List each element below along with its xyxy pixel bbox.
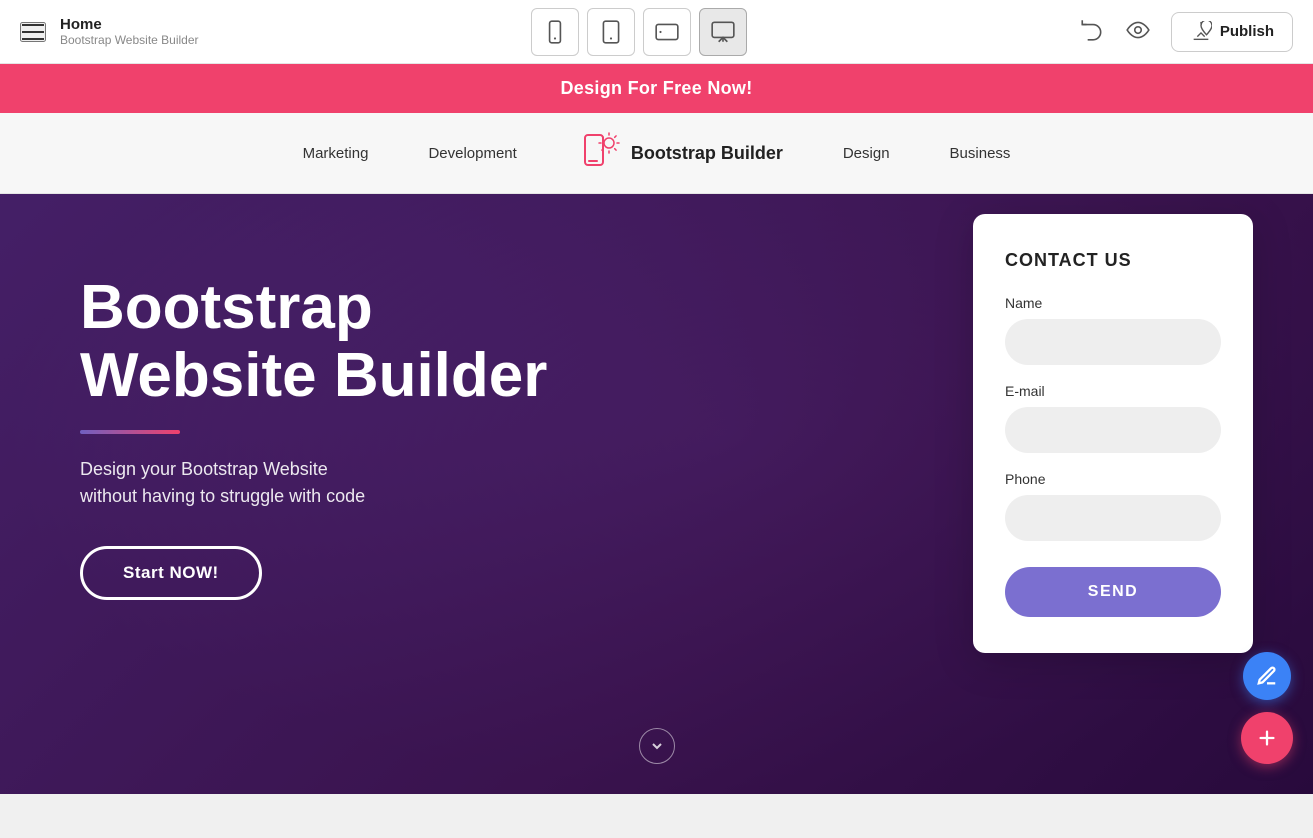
fab-add-button[interactable] bbox=[1241, 712, 1293, 764]
top-bar-left: Home Bootstrap Website Builder bbox=[20, 16, 199, 47]
publish-button[interactable]: Publish bbox=[1171, 12, 1293, 52]
top-bar-right: Publish bbox=[1079, 12, 1293, 52]
hero-section: BootstrapWebsite Builder Design your Boo… bbox=[0, 194, 1313, 794]
preview-button[interactable] bbox=[1125, 17, 1151, 46]
hero-subtitle: Design your Bootstrap Websitewithout hav… bbox=[80, 456, 547, 510]
nav-logo-text: Bootstrap Builder bbox=[631, 143, 783, 164]
nav-marketing[interactable]: Marketing bbox=[303, 145, 369, 162]
email-label: E-mail bbox=[1005, 383, 1221, 399]
scroll-down-button[interactable] bbox=[639, 728, 675, 764]
nav-logo[interactable]: Bootstrap Builder bbox=[577, 131, 783, 175]
nav-business[interactable]: Business bbox=[950, 145, 1011, 162]
send-button[interactable]: SEND bbox=[1005, 567, 1221, 617]
tablet-view-button[interactable] bbox=[587, 8, 635, 56]
email-input[interactable] bbox=[1005, 407, 1221, 453]
undo-button[interactable] bbox=[1079, 17, 1105, 46]
name-group: Name bbox=[1005, 295, 1221, 365]
fab-edit-button[interactable] bbox=[1243, 652, 1291, 700]
phone-input[interactable] bbox=[1005, 495, 1221, 541]
home-info: Home Bootstrap Website Builder bbox=[60, 16, 199, 47]
contact-card: CONTACT US Name E-mail Phone SEND bbox=[973, 214, 1253, 653]
hero-content: BootstrapWebsite Builder Design your Boo… bbox=[80, 274, 547, 600]
name-input[interactable] bbox=[1005, 319, 1221, 365]
site-nav: Marketing Development Bootstrap Builder … bbox=[0, 113, 1313, 194]
publish-label: Publish bbox=[1220, 23, 1274, 40]
contact-title: CONTACT US bbox=[1005, 250, 1221, 271]
promo-banner: Design For Free Now! bbox=[0, 64, 1313, 113]
nav-development[interactable]: Development bbox=[428, 145, 516, 162]
hero-divider bbox=[80, 430, 180, 434]
device-selector bbox=[531, 8, 747, 56]
email-group: E-mail bbox=[1005, 383, 1221, 453]
tablet-landscape-button[interactable] bbox=[643, 8, 691, 56]
desktop-view-button[interactable] bbox=[699, 8, 747, 56]
menu-button[interactable] bbox=[20, 22, 46, 42]
home-title: Home bbox=[60, 16, 199, 33]
top-bar: Home Bootstrap Website Builder Publ bbox=[0, 0, 1313, 64]
mobile-view-button[interactable] bbox=[531, 8, 579, 56]
nav-design[interactable]: Design bbox=[843, 145, 890, 162]
hero-title: BootstrapWebsite Builder bbox=[80, 274, 547, 410]
promo-text: Design For Free Now! bbox=[560, 78, 752, 98]
name-label: Name bbox=[1005, 295, 1221, 311]
phone-label: Phone bbox=[1005, 471, 1221, 487]
hero-cta-button[interactable]: Start NOW! bbox=[80, 546, 262, 600]
home-subtitle: Bootstrap Website Builder bbox=[60, 33, 199, 47]
fab-container bbox=[1241, 652, 1293, 764]
phone-group: Phone bbox=[1005, 471, 1221, 541]
